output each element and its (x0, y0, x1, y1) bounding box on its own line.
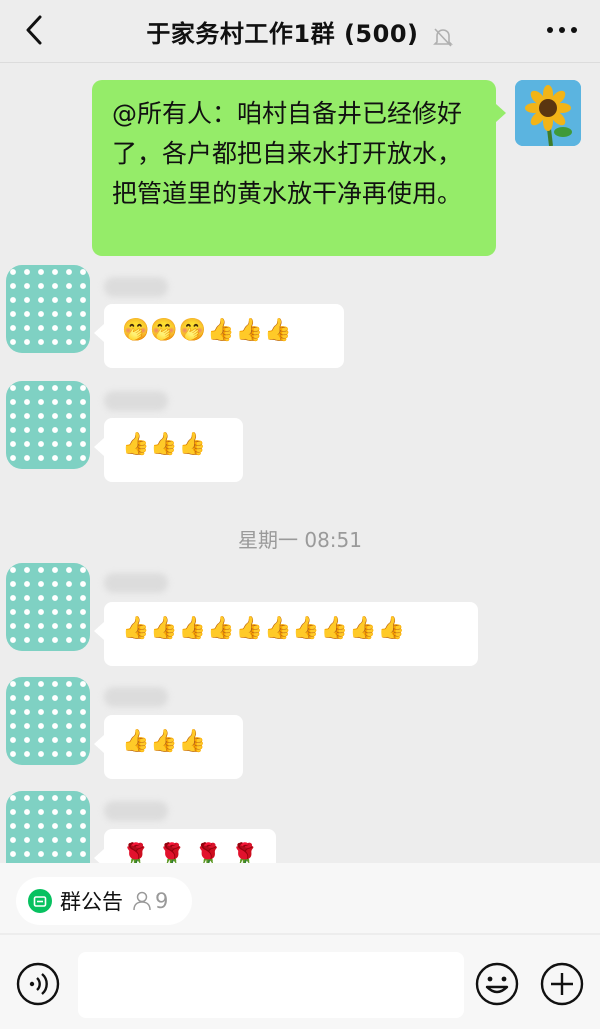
member-avatar[interactable] (6, 381, 90, 469)
sunflower-avatar-image (515, 80, 581, 146)
person-icon (133, 891, 151, 911)
more-button[interactable] (538, 10, 586, 50)
group-notice-count: 9 (155, 889, 169, 913)
group-notice-button[interactable]: 群公告 9 (16, 877, 192, 925)
group-notice-label: 群公告 (60, 890, 123, 914)
message-list[interactable]: @所有人：咱村自备井已经修好了，各户都把自来水打开放水，把管道里的黄水放干净再使… (0, 63, 600, 863)
back-button[interactable] (14, 10, 54, 50)
chat-title-wrap: 于家务村工作1群 (500) (146, 14, 453, 49)
chevron-left-icon (26, 15, 42, 45)
self-avatar[interactable] (515, 80, 581, 146)
member-avatar[interactable] (6, 265, 90, 353)
message-bubble[interactable]: 🌹 🌹 🌹 🌹 (94, 829, 276, 863)
message-input[interactable] (78, 952, 464, 1018)
member-avatar[interactable] (6, 791, 90, 863)
message-bubble[interactable]: 👍👍👍 (94, 418, 243, 482)
message-bubble[interactable]: 🤭🤭🤭👍👍👍 (94, 304, 344, 368)
chat-title: 于家务村工作1群 (500) (146, 19, 419, 48)
notice-icon (28, 889, 52, 913)
message-bubble[interactable]: 👍👍👍 (94, 715, 243, 779)
plus-icon (540, 962, 584, 1006)
ellipsis-icon (547, 27, 577, 33)
bell-off-icon (432, 28, 453, 47)
more-actions-button[interactable] (540, 962, 584, 1006)
voice-icon (16, 962, 60, 1006)
sender-name-blurred (104, 573, 168, 593)
emoji-icon (475, 962, 519, 1006)
timestamp: 星期一 08:51 (238, 528, 362, 552)
member-avatar[interactable] (6, 563, 90, 651)
sender-name-blurred (104, 391, 168, 411)
chat-header: 于家务村工作1群 (500) (0, 0, 600, 63)
voice-button[interactable] (16, 962, 60, 1006)
message-bubble-self[interactable]: @所有人：咱村自备井已经修好了，各户都把自来水打开放水，把管道里的黄水放干净再使… (92, 80, 506, 256)
sender-name-blurred (104, 277, 168, 297)
emoji-button[interactable] (475, 962, 519, 1006)
sender-name-blurred (104, 801, 168, 821)
sender-name-blurred (104, 687, 168, 707)
member-avatar[interactable] (6, 677, 90, 765)
message-bubble[interactable]: 👍👍👍👍👍👍👍👍👍👍 (94, 602, 478, 666)
